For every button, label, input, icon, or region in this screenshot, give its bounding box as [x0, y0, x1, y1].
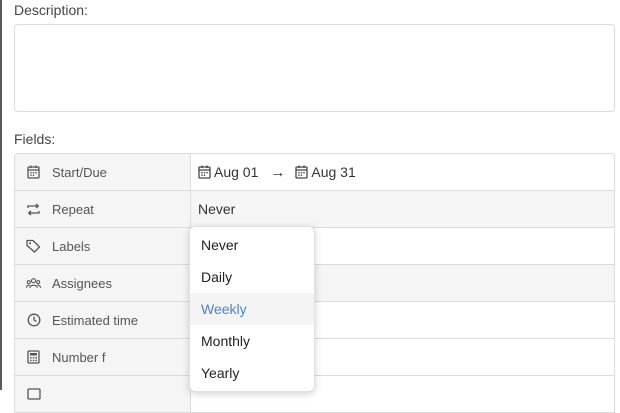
field-name-cell [15, 376, 191, 412]
field-name-cell: Repeat [15, 191, 191, 227]
calendar-icon [26, 165, 41, 180]
field-label-assignees: Assignees [52, 275, 112, 291]
repeat-select[interactable]: Never [191, 191, 614, 227]
repeat-option-monthly[interactable]: Monthly [190, 325, 314, 357]
repeat-icon [26, 202, 41, 217]
field-label-labels: Labels [52, 238, 91, 254]
clock-icon [26, 313, 41, 328]
due-date-text: Aug 31 [311, 164, 356, 180]
field-label-repeat: Repeat [52, 201, 94, 217]
date-range-arrow: → [270, 163, 286, 181]
window-edge [0, 0, 2, 390]
fields-label: Fields: [14, 131, 56, 147]
field-name-cell: Assignees [15, 265, 191, 301]
due-date[interactable]: Aug 31 [295, 164, 356, 180]
start-date[interactable]: Aug 01 [198, 164, 258, 180]
calendar-icon [295, 165, 309, 179]
field-label-start-due: Start/Due [52, 164, 107, 180]
field-label-estimated-time: Estimated time [52, 312, 138, 328]
description-label: Description: [14, 2, 88, 18]
field-name-cell: Start/Due [15, 154, 191, 190]
repeat-value: Never [198, 201, 236, 217]
field-row-repeat: Repeat Never [15, 191, 614, 228]
repeat-option-never[interactable]: Never [190, 229, 314, 261]
start-date-text: Aug 01 [214, 164, 259, 180]
text-field-icon [26, 387, 41, 402]
calendar-icon [198, 165, 211, 179]
users-icon [26, 276, 41, 291]
field-name-cell: Estimated time [15, 302, 191, 338]
field-label-number: Number f [52, 349, 106, 365]
field-row-start-due: Start/Due Aug 01 → Aug 31 [15, 154, 614, 191]
field-name-cell: Number f [15, 339, 191, 375]
field-name-cell: Labels [15, 228, 191, 264]
repeat-option-yearly[interactable]: Yearly [190, 357, 314, 389]
repeat-dropdown-menu: Never Daily Weekly Monthly Yearly [189, 226, 315, 392]
repeat-option-daily[interactable]: Daily [190, 261, 314, 293]
repeat-option-weekly[interactable]: Weekly [190, 293, 314, 325]
start-due-value[interactable]: Aug 01 → Aug 31 [191, 154, 614, 190]
description-input[interactable] [14, 24, 615, 112]
number-field-icon [26, 350, 41, 365]
tag-icon [26, 239, 41, 254]
